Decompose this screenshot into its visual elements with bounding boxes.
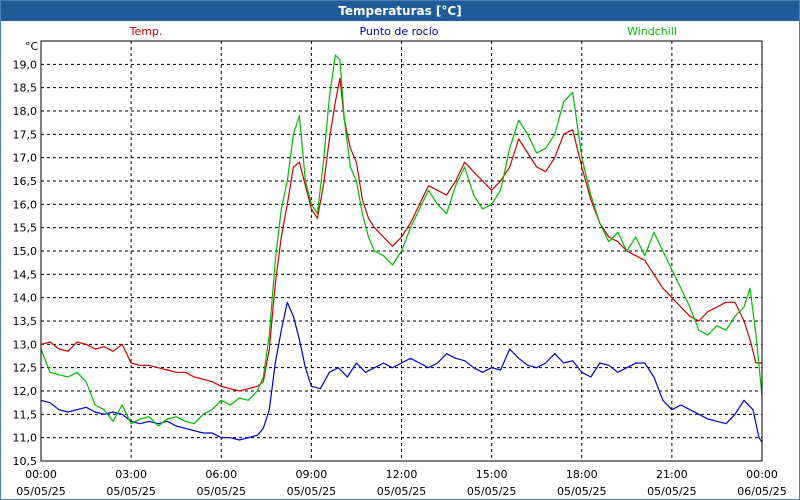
chart-canvas: 10,5 11,0 11,5 12,0 12,5 13,0 13,5 14,0 14,5 15,0…: [13, 25, 787, 498]
x-tick-date: 05/05/25: [197, 485, 246, 498]
y-tick-label: 11,0: [13, 432, 38, 445]
axis-ticks: 10,5 11,0 11,5 12,0 12,5 13,0 13,5 14,0 14,5 15,0…: [13, 58, 787, 498]
y-tick-label: 19,0: [13, 58, 38, 71]
y-tick-label: 15,0: [13, 245, 38, 258]
y-tick-label: 13,0: [13, 338, 38, 351]
x-tick-time: 00:00: [746, 468, 778, 481]
x-tick-time: 21:00: [656, 468, 688, 481]
y-tick-label: 12,0: [13, 385, 38, 398]
y-tick-label: 17,5: [13, 128, 38, 141]
x-tick-time: 12:00: [386, 468, 418, 481]
x-tick-date: 05/05/25: [377, 485, 426, 498]
x-tick-date: 05/05/25: [467, 485, 516, 498]
y-axis-label: °C: [25, 40, 39, 53]
x-tick-date: 05/05/25: [647, 485, 696, 498]
y-tick-label: 13,5: [13, 315, 38, 328]
y-tick-label: 15,5: [13, 222, 38, 235]
x-tick-time: 09:00: [296, 468, 328, 481]
y-tick-label: 12,5: [13, 362, 38, 375]
legend-entry: Windchill: [627, 25, 677, 38]
y-tick-label: 14,0: [13, 292, 38, 305]
y-tick-label: 17,0: [13, 152, 38, 165]
x-tick-time: 06:00: [205, 468, 237, 481]
legend-entry: Punto de rocío: [359, 25, 438, 38]
x-tick-time: 15:00: [476, 468, 508, 481]
legend-entry: Temp.: [129, 25, 163, 38]
x-tick-date: 05/05/25: [16, 485, 65, 498]
legend: Temp. Punto de rocío Windchill: [129, 25, 677, 38]
x-tick-time: 03:00: [115, 468, 147, 481]
x-tick-time: 18:00: [566, 468, 598, 481]
x-tick-date: 05/05/25: [106, 485, 155, 498]
y-tick-label: 16,0: [13, 198, 38, 211]
x-tick-date: 05/05/25: [287, 485, 336, 498]
y-tick-label: 18,5: [13, 82, 38, 95]
x-tick-date: 06/05/25: [737, 485, 786, 498]
x-tick-date: 05/05/25: [557, 485, 606, 498]
y-tick-label: 16,5: [13, 175, 38, 188]
y-tick-label: 18,0: [13, 105, 38, 118]
y-tick-label: 11,5: [13, 408, 38, 421]
x-tick-time: 00:00: [25, 468, 57, 481]
y-tick-label: 10,5: [13, 455, 38, 468]
y-tick-label: 14,5: [13, 268, 38, 281]
